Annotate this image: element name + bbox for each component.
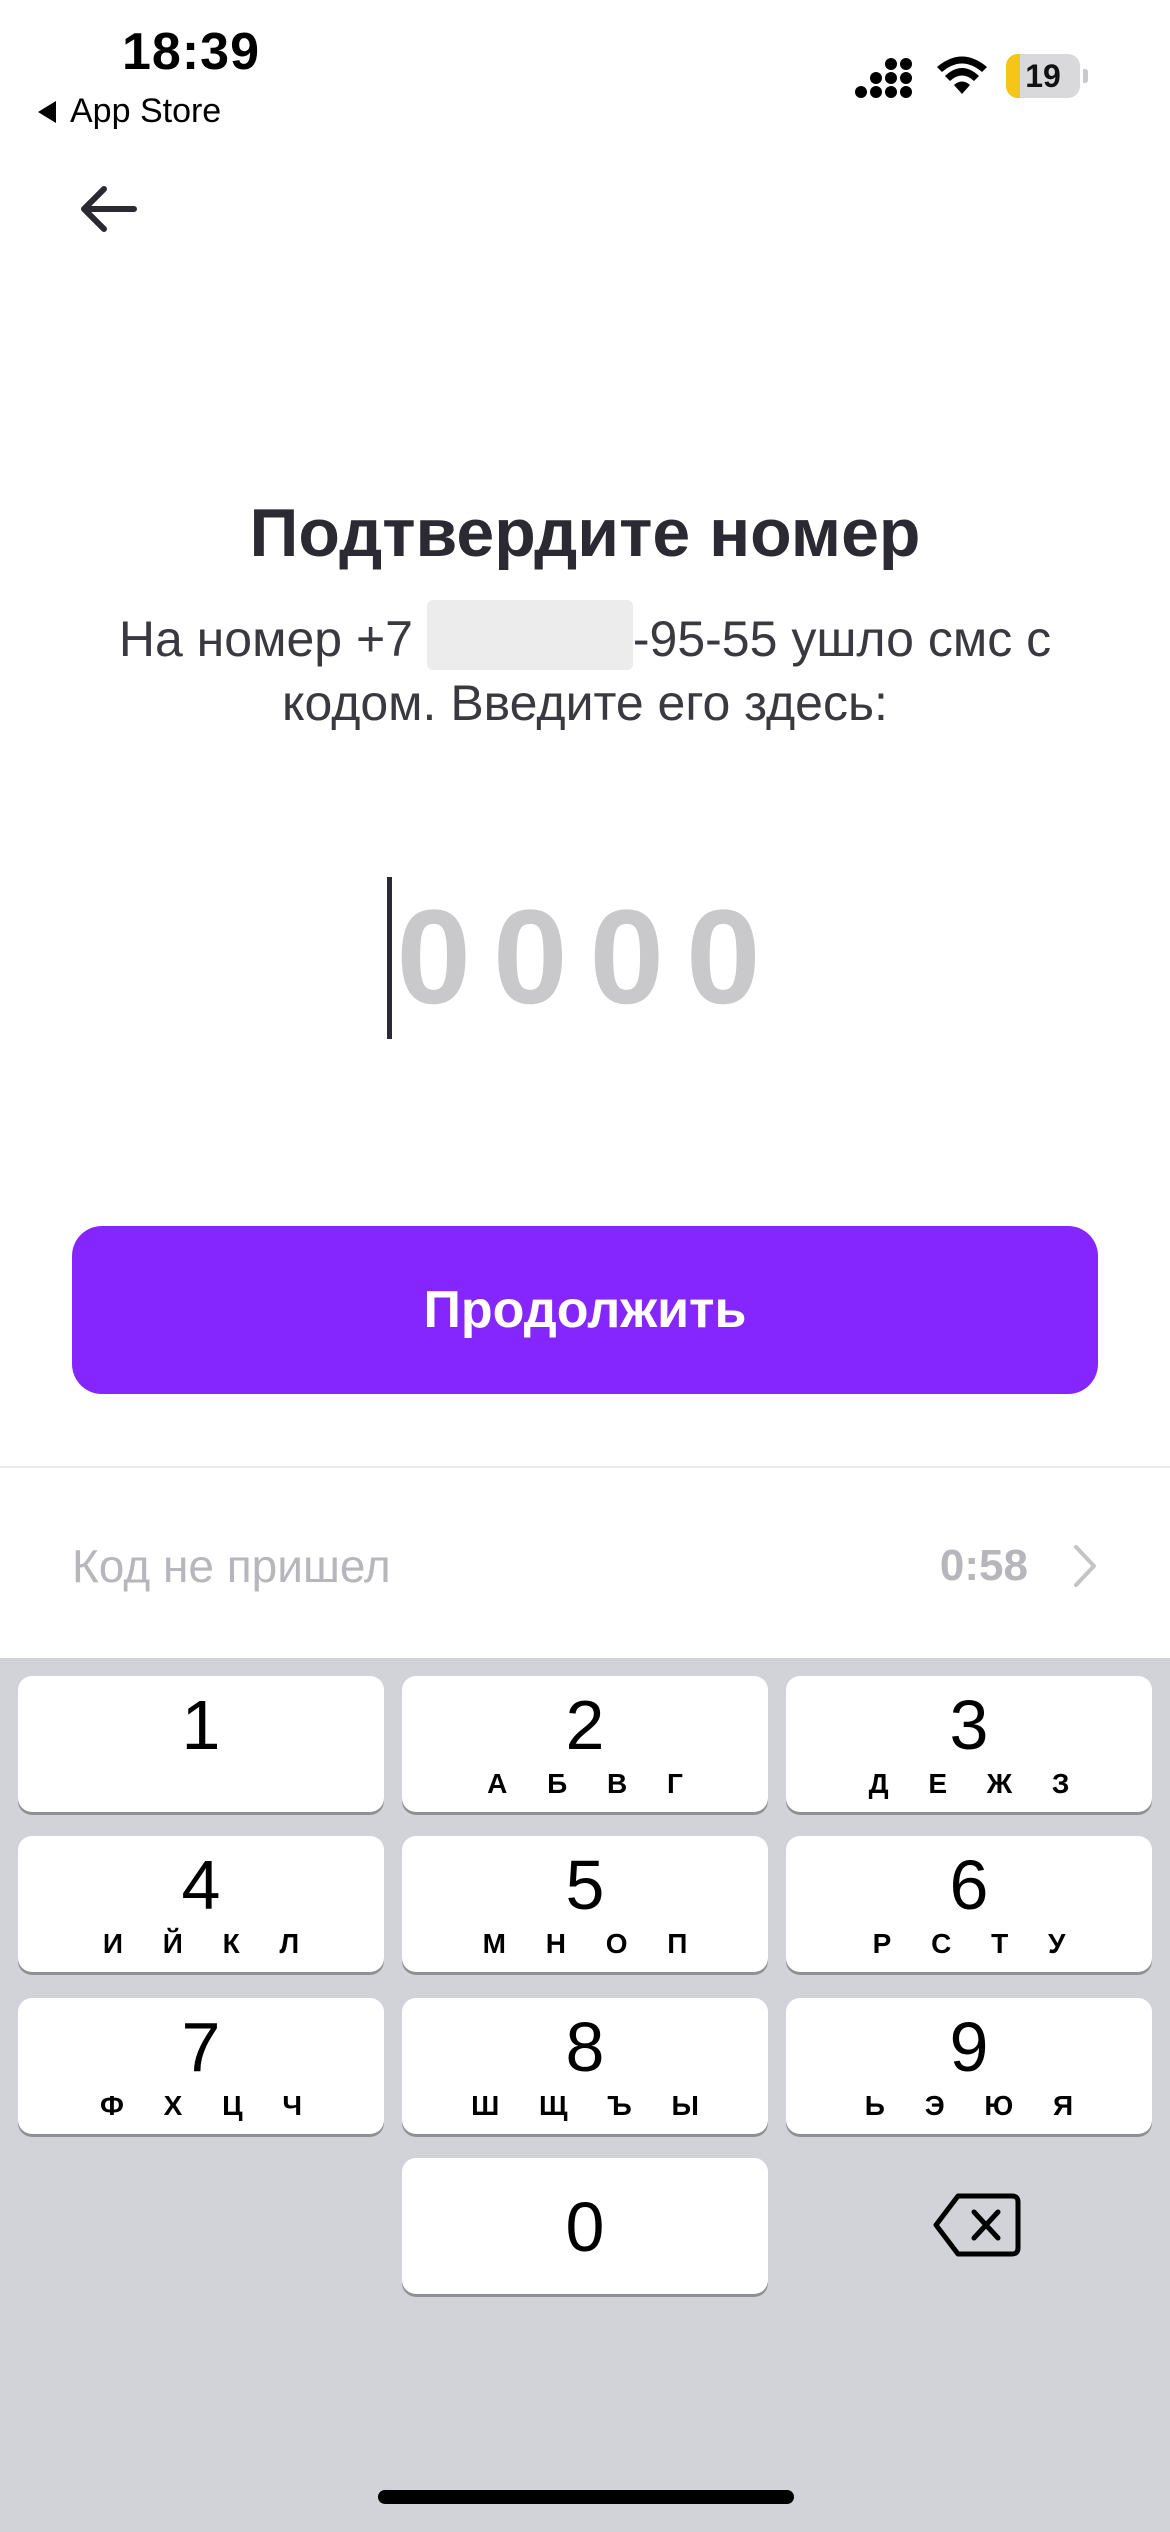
verify-phone-screen: 18:39 App Store 19 Подтвердите номер На … xyxy=(0,0,1170,2532)
battery-indicator: 19 xyxy=(1006,54,1088,98)
wifi-icon xyxy=(937,56,987,94)
key-7[interactable]: 7 Ф Х Ц Ч xyxy=(18,1998,384,2134)
status-time: 18:39 xyxy=(122,23,260,81)
continue-button[interactable]: Продолжить xyxy=(72,1226,1098,1394)
battery-level: 19 xyxy=(1025,58,1061,94)
key-6[interactable]: 6 Р С Т У xyxy=(786,1836,1152,1972)
arrow-left-icon[interactable] xyxy=(78,184,138,234)
page-subtitle: На номер +7 -95-55 ушло смс с кодом. Вве… xyxy=(80,600,1090,735)
key-0[interactable]: 0 xyxy=(402,2158,768,2294)
code-placeholder: 0000 xyxy=(396,883,783,1032)
cellular-signal-icon xyxy=(855,58,912,98)
backspace-icon[interactable] xyxy=(932,2190,1022,2260)
text-caret xyxy=(387,877,393,1039)
page-title: Подтвердите номер xyxy=(249,495,921,571)
key-8[interactable]: 8 Ш Щ Ъ Ы xyxy=(402,1998,768,2134)
back-app-label: App Store xyxy=(70,92,222,130)
chevron-right-icon xyxy=(1074,1545,1096,1587)
key-5[interactable]: 5 М Н О П xyxy=(402,1836,768,1972)
key-9[interactable]: 9 Ь Э Ю Я xyxy=(786,1998,1152,2134)
masked-phone-digits xyxy=(426,600,633,670)
home-indicator[interactable] xyxy=(378,2490,794,2504)
key-1[interactable]: 1 xyxy=(18,1676,384,1812)
divider xyxy=(0,1466,1170,1468)
numeric-keyboard: 1 2 А Б В Г 3 Д Е Ж З 4 И Й К Л 5 М Н О … xyxy=(0,1658,1170,2532)
back-to-app-link[interactable]: App Store xyxy=(38,92,221,131)
subtitle-prefix: На номер +7 xyxy=(118,611,413,667)
key-4[interactable]: 4 И Й К Л xyxy=(18,1836,384,1972)
resend-timer: 0:58 xyxy=(939,1541,1028,1590)
code-not-received-row[interactable]: Код не пришел 0:58 xyxy=(72,1520,1098,1612)
sms-code-input[interactable]: 0000 xyxy=(0,876,1170,1040)
back-triangle-icon xyxy=(38,100,56,123)
key-3[interactable]: 3 Д Е Ж З xyxy=(786,1676,1152,1812)
key-2[interactable]: 2 А Б В Г xyxy=(402,1676,768,1812)
code-not-received-label: Код не пришел xyxy=(72,1540,391,1592)
